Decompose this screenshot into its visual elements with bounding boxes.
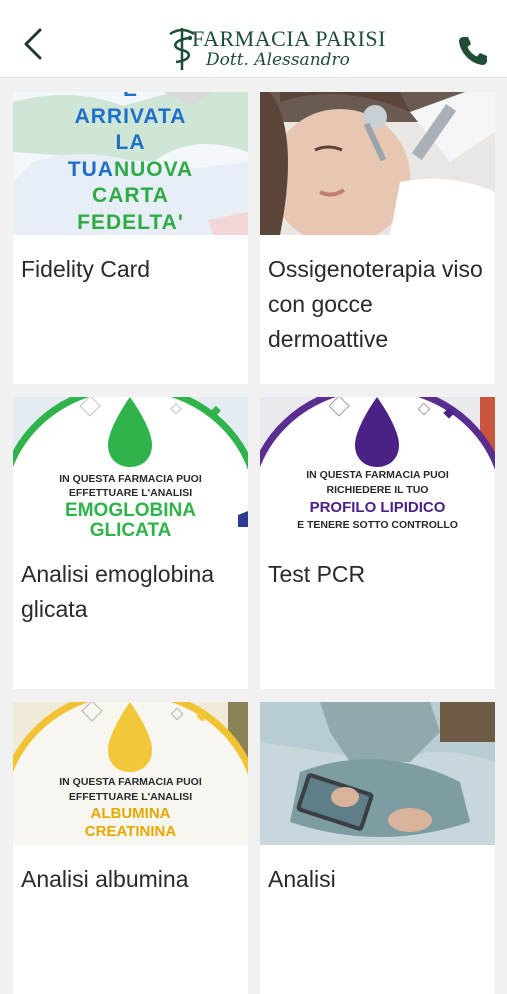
albumina-image: IN QUESTA FARMACIA PUOI EFFETTUARE L'ANA… [13, 702, 248, 845]
fidelity-image-line6: FEDELTA' [77, 211, 184, 234]
pharmacy-logo: FARMACIA PARISI Dott. Alessandro [160, 22, 385, 74]
test-pcr-image: IN QUESTA FARMACIA PUOI RICHIEDERE IL TU… [260, 397, 495, 540]
phone-icon [459, 37, 487, 65]
fidelity-image-line2: ARRIVATA [74, 105, 187, 128]
test-pcr-image-line1: IN QUESTA FARMACIA PUOI [306, 469, 449, 481]
test-pcr-image-line2: RICHIEDERE IL TUO [326, 484, 429, 496]
card-title: Fidelity Card [21, 256, 151, 282]
service-card-test-pcr[interactable]: IN QUESTA FARMACIA PUOI RICHIEDERE IL TU… [260, 397, 495, 689]
albumina-image-line1: IN QUESTA FARMACIA PUOI [59, 776, 202, 788]
test-pcr-image-line3: PROFILO LIPIDICO [309, 499, 446, 516]
card-title: Test PCR [268, 561, 366, 587]
ossigenoterapia-photo [260, 92, 495, 235]
emoglobina-image-line1: IN QUESTA FARMACIA PUOI [59, 473, 202, 485]
card-title: Analisi albumina [21, 866, 189, 892]
chevron-left-icon [24, 28, 42, 60]
albumina-image-line3: ALBUMINA [90, 805, 171, 822]
fidelity-image-line4-tua: TUA [67, 158, 114, 181]
fidelity-image-line3: LA [115, 131, 146, 154]
test-pcr-image-line4: E TENERE SOTTO CONTROLLO [297, 519, 458, 531]
brand-subtitle: Dott. Alessandro [206, 50, 350, 70]
fidelity-image-line4: TUANUOVA [13, 158, 248, 182]
emoglobina-image-line4: GLICATA [89, 520, 172, 540]
service-card-fidelity[interactable]: E ARRIVATA LA TUANUOVA CARTA FEDELTA' Fi… [13, 92, 248, 384]
back-button[interactable] [14, 24, 54, 64]
fidelity-image-line4-nuova: NUOVA [113, 158, 194, 181]
service-card-analisi[interactable]: Analisi [260, 702, 495, 994]
call-button[interactable] [456, 34, 490, 68]
card-title: Analisi [268, 866, 336, 892]
analisi-photo [260, 702, 495, 845]
card-title: Analisi emoglobina glicata [21, 561, 215, 622]
service-card-albumina[interactable]: IN QUESTA FARMACIA PUOI EFFETTUARE L'ANA… [13, 702, 248, 994]
fidelity-card-image: E ARRIVATA LA TUANUOVA CARTA FEDELTA' [13, 92, 248, 235]
card-title: Ossigenoterapia viso con gocce dermoatti… [268, 256, 483, 352]
fidelity-image-line1: E [13, 92, 248, 102]
emoglobina-image-line3: EMOGLOBINA [65, 500, 196, 521]
emoglobina-image-line2: EFFETTUARE L'ANALISI [68, 487, 193, 499]
fidelity-image-line5: CARTA [92, 184, 169, 207]
emoglobina-image: IN QUESTA FARMACIA PUOI EFFETTUARE L'ANA… [13, 397, 248, 540]
albumina-image-line2: EFFETTUARE L'ANALISI [68, 791, 193, 803]
albumina-image-line4: CREATININA [84, 823, 177, 840]
service-card-emoglobina[interactable]: IN QUESTA FARMACIA PUOI EFFETTUARE L'ANA… [13, 397, 248, 689]
service-card-ossigenoterapia[interactable]: Ossigenoterapia viso con gocce dermoatti… [260, 92, 495, 384]
app-header: FARMACIA PARISI Dott. Alessandro [0, 0, 507, 78]
brand-name: FARMACIA PARISI [192, 26, 386, 51]
